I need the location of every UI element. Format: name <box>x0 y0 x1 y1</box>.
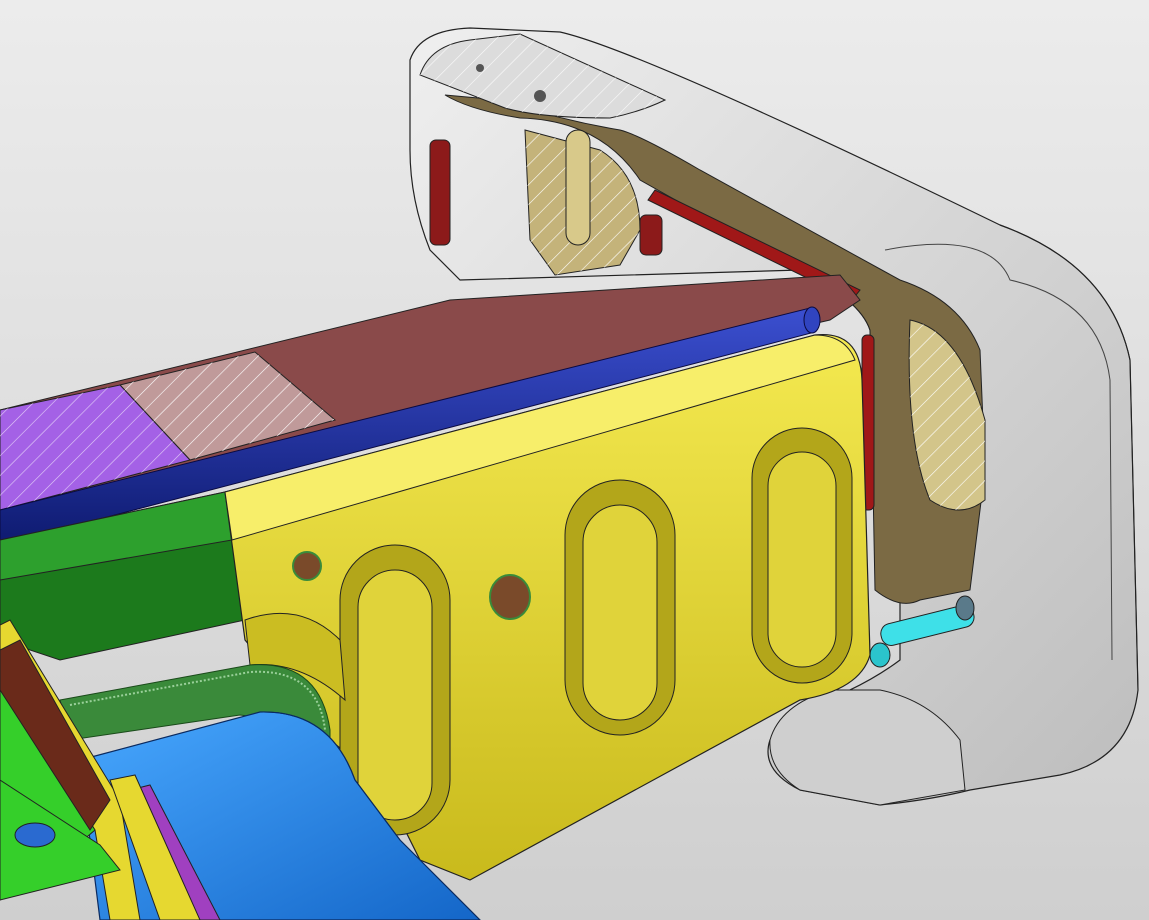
3d-model-render[interactable] <box>0 0 1149 920</box>
mount-hole <box>489 574 531 620</box>
cad-3d-viewport[interactable] <box>0 0 1149 920</box>
red-pin <box>639 214 663 256</box>
screw-hole <box>534 90 546 102</box>
screw-hole <box>476 64 484 72</box>
recess-slot <box>564 479 676 736</box>
mount-hole <box>14 822 56 848</box>
red-pin <box>429 139 451 246</box>
slot <box>565 129 591 246</box>
recess-slot <box>751 427 853 684</box>
mount-hole <box>292 551 322 581</box>
